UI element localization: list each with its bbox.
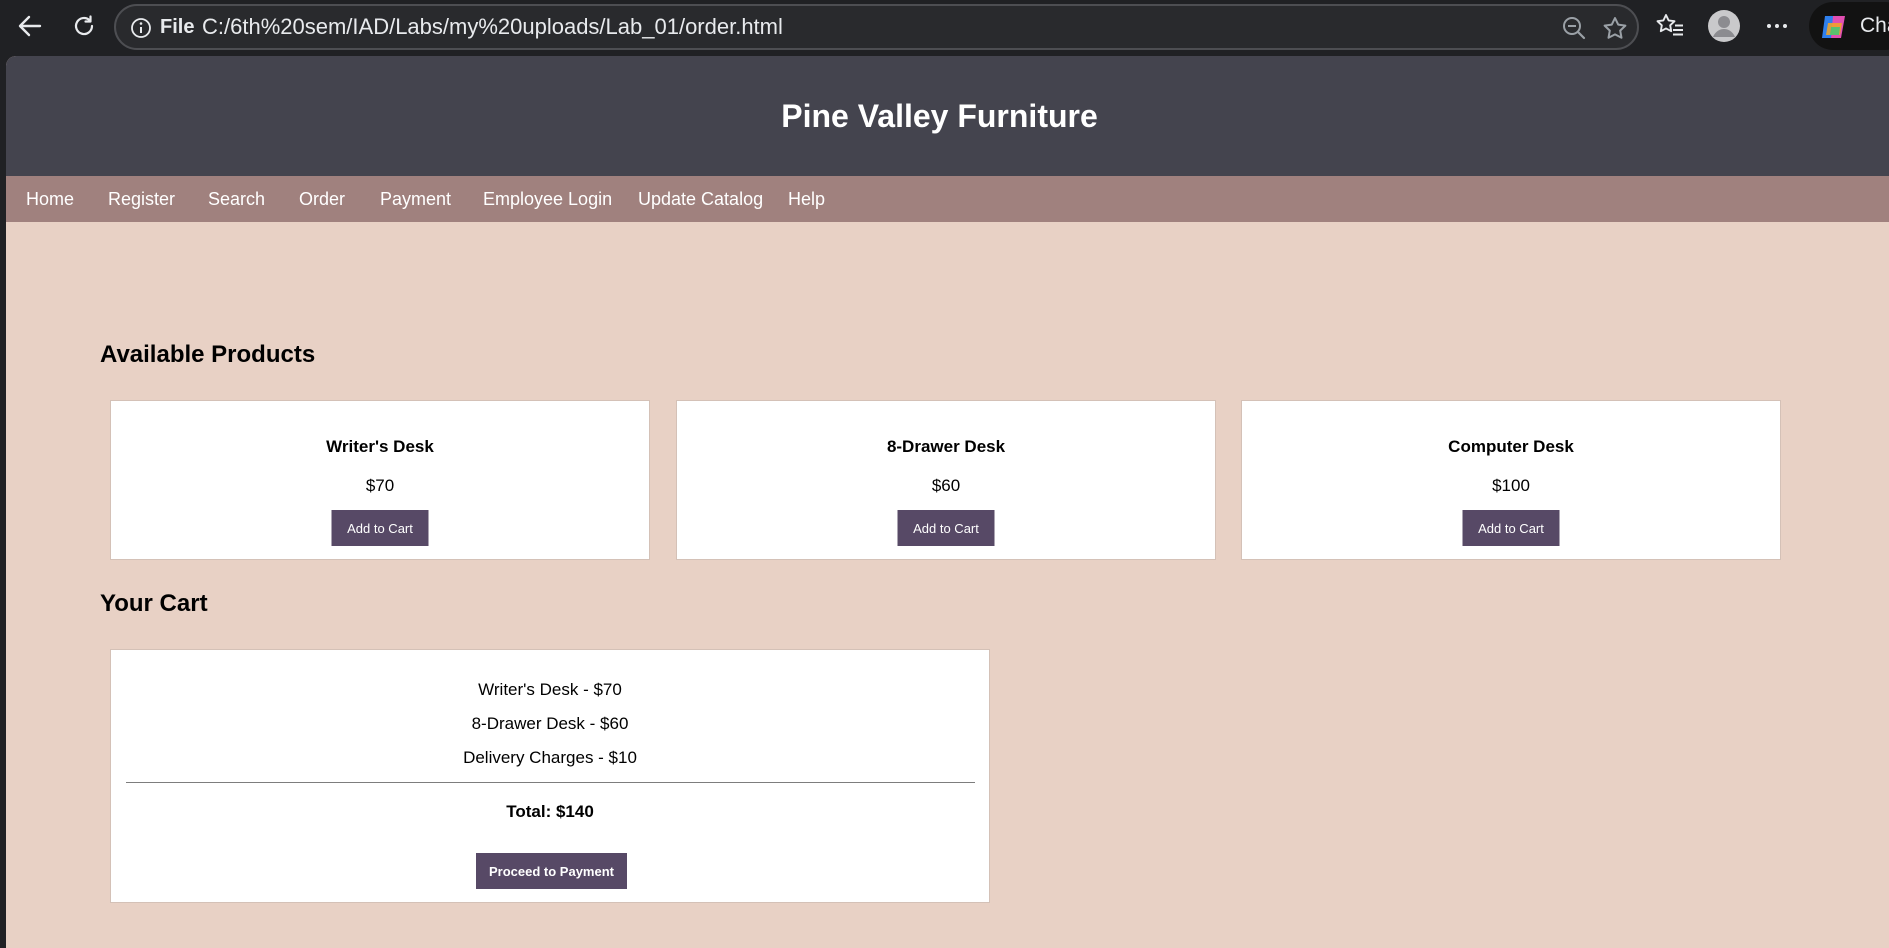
browser-toolbar: File C:/6th%20sem/IAD/Labs/my%20uploads/… [0, 0, 1889, 52]
product-price: $70 [365, 476, 395, 495]
available-products-heading: Available Products [100, 341, 316, 368]
cart-box: Writer's Desk - $70 8-Drawer Desk - $60 … [110, 649, 990, 903]
page-viewport: Pine Valley Furniture Home Register Sear… [6, 56, 1889, 948]
info-icon[interactable] [130, 17, 152, 39]
nav-search[interactable]: Search [208, 176, 265, 222]
reload-button[interactable] [64, 6, 104, 46]
your-cart-heading: Your Cart [100, 590, 208, 617]
profile-button[interactable] [1704, 6, 1744, 46]
nav-register[interactable]: Register [108, 176, 175, 222]
product-card: 8-Drawer Desk $60 Add to Cart [676, 400, 1216, 560]
favorite-star-icon[interactable] [1601, 15, 1629, 43]
cart-total: Total: $140 [506, 802, 594, 821]
address-bar[interactable]: File C:/6th%20sem/IAD/Labs/my%20uploads/… [114, 4, 1639, 50]
back-button[interactable] [10, 6, 50, 46]
more-options-button[interactable] [1757, 6, 1797, 46]
proceed-to-payment-button[interactable]: Proceed to Payment [476, 853, 627, 889]
product-name: Computer Desk [1448, 437, 1574, 456]
url-scheme-label: File [160, 16, 195, 38]
nav-home[interactable]: Home [26, 176, 74, 222]
nav-employee-login[interactable]: Employee Login [483, 176, 612, 222]
product-name: Writer's Desk [326, 437, 434, 456]
site-title: Pine Valley Furniture [781, 97, 1098, 134]
favorites-button[interactable] [1650, 6, 1690, 46]
nav-update-catalog[interactable]: Update Catalog [638, 176, 763, 222]
zoom-out-icon[interactable] [1561, 15, 1587, 41]
nav-payment[interactable]: Payment [380, 176, 451, 222]
cart-divider [126, 782, 975, 783]
cart-item: Writer's Desk - $70 [478, 680, 622, 699]
main-nav: Home Register Search Order Payment Emplo… [6, 176, 1889, 222]
product-name: 8-Drawer Desk [886, 437, 1006, 456]
copilot-label: Cha [1860, 14, 1889, 37]
avatar-icon [1708, 10, 1740, 42]
add-to-cart-button[interactable]: Add to Cart [897, 510, 995, 546]
cart-item: Delivery Charges - $10 [463, 748, 637, 767]
product-price: $60 [931, 476, 961, 495]
favorites-list-icon [1656, 14, 1683, 36]
copilot-logo-icon [1822, 16, 1845, 38]
nav-order[interactable]: Order [299, 176, 345, 222]
more-horizontal-icon [1767, 24, 1787, 28]
product-price: $100 [1492, 476, 1530, 495]
product-card: Computer Desk $100 Add to Cart [1241, 400, 1781, 560]
add-to-cart-button[interactable]: Add to Cart [1462, 510, 1560, 546]
site-header: Pine Valley Furniture [6, 56, 1889, 176]
nav-help[interactable]: Help [788, 176, 825, 222]
cart-item: 8-Drawer Desk - $60 [471, 714, 629, 733]
product-card: Writer's Desk $70 Add to Cart [110, 400, 650, 560]
add-to-cart-button[interactable]: Add to Cart [331, 510, 429, 546]
reload-icon [74, 15, 94, 36]
arrow-left-icon [18, 15, 42, 37]
copilot-button[interactable]: Cha [1809, 2, 1889, 50]
url-text[interactable]: C:/6th%20sem/IAD/Labs/my%20uploads/Lab_0… [202, 6, 783, 48]
